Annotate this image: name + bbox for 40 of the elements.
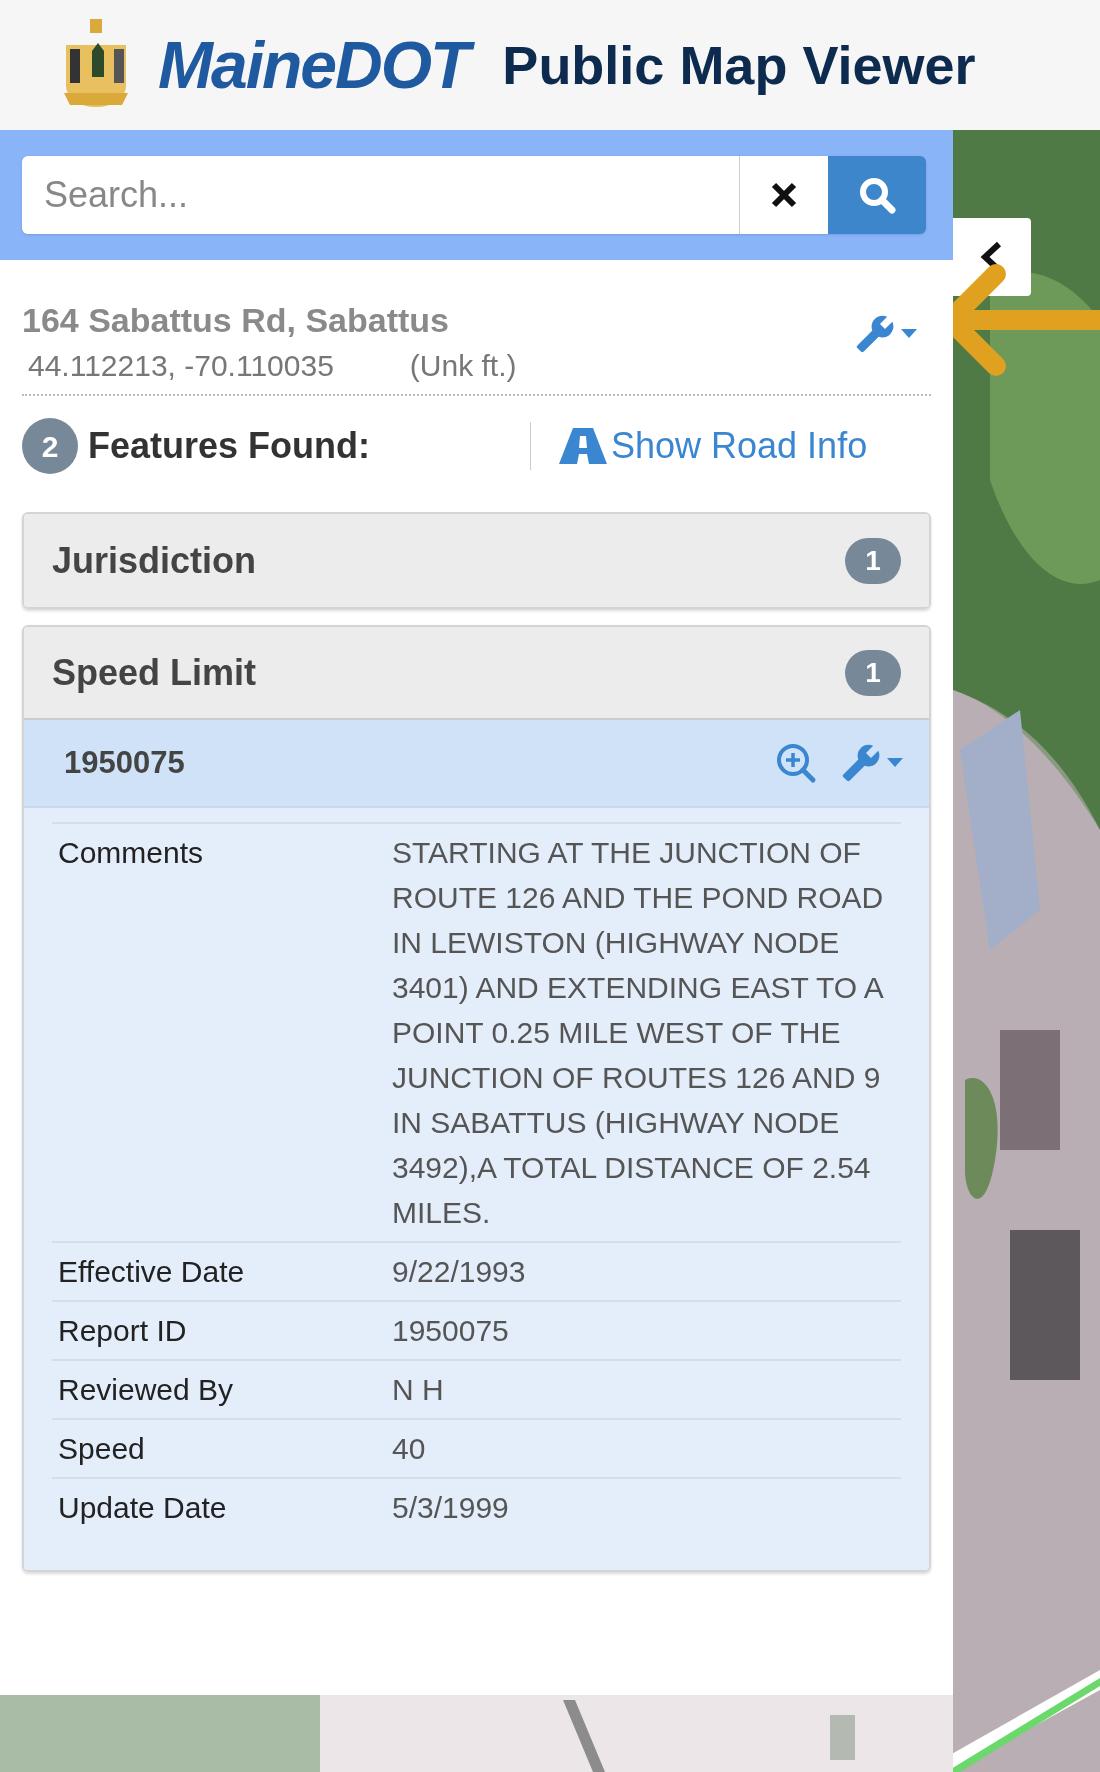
coordinates-text: 44.112213, -70.110035 [28, 348, 334, 384]
attribute-value: STARTING AT THE JUNCTION OF ROUTE 126 AND THE POND ROAD IN LEWISTON (HIGHWAY NODE 3401) AND EXTENDING EAST TO A POINT 0.25 MILE WEST OF THE JUNCTION OF ROUTES 126 AND 9 IN SABATTUS (HIGHWAY NODE 3492),A TOTAL DISTANCE OF 2.54 MILES. [392, 835, 885, 1231]
layer-title: Speed Limit [52, 650, 257, 695]
attribute-value: 9/22/1993 [392, 1254, 527, 1290]
caret-icon [901, 329, 917, 339]
close-icon [770, 181, 798, 209]
attribute-value: N H [392, 1372, 445, 1408]
tools-dropdown[interactable] [855, 314, 917, 354]
attribute-label: Update Date [57, 1490, 228, 1526]
zoom-in-icon [775, 742, 817, 784]
attribute-value: 5/3/1999 [392, 1490, 510, 1526]
search-button[interactable] [828, 156, 926, 234]
attribute-label: Effective Date [57, 1254, 246, 1290]
search-icon [857, 175, 897, 215]
clear-button[interactable] [740, 156, 828, 234]
attribute-label: Reviewed By [57, 1372, 235, 1408]
layer-header[interactable]: Jurisdiction 1 [24, 514, 929, 607]
zoom-in-button[interactable] [775, 742, 817, 784]
record-tools-dropdown[interactable] [841, 743, 903, 783]
attribute-value: 1950075 [392, 1313, 510, 1349]
wrench-icon [855, 314, 895, 354]
count-badge: 2 [22, 418, 78, 474]
layer-header[interactable]: Speed Limit 1 [24, 627, 929, 720]
attribute-label: Comments [57, 835, 205, 871]
count-badge: 1 [845, 537, 901, 584]
wrench-icon [841, 743, 881, 783]
attribute-label: Report ID [57, 1313, 188, 1349]
caret-icon [887, 758, 903, 768]
show-road-info-link[interactable]: Show Road Info [559, 419, 868, 473]
features-label: Features Found: [88, 424, 371, 468]
elevation-text: (Unk ft.) [409, 348, 517, 384]
attribute-value: 40 [392, 1431, 427, 1467]
layer-title: Jurisdiction [52, 538, 257, 583]
attribute-label: Speed [57, 1431, 146, 1467]
record-id: 1950075 [64, 743, 185, 782]
address-text: 164 Sabattus Rd, Sabattus [22, 300, 450, 340]
count-badge: 1 [845, 649, 901, 696]
logo-text: MaineDOT [154, 25, 481, 105]
search-field[interactable]: Search... [22, 156, 740, 234]
road-icon [559, 428, 607, 464]
